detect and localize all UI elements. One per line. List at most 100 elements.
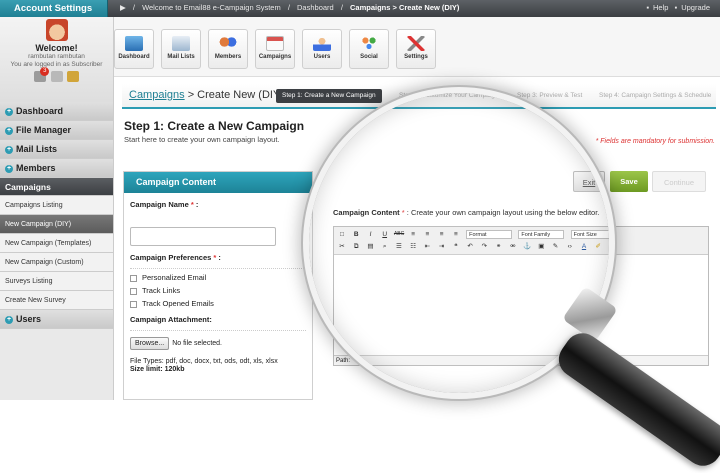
sidebar-item-create-survey[interactable]: Create New Survey <box>0 291 113 310</box>
font-family-select[interactable]: Font Family <box>518 230 565 239</box>
sidebar-item-members[interactable]: + Members <box>0 159 113 178</box>
campaign-name-label: Campaign Name * : <box>130 200 199 209</box>
justify-icon[interactable]: ≡ <box>451 230 461 239</box>
sidebar-item-new-campaign-templates[interactable]: New Campaign (Templates) <box>0 234 113 253</box>
track-links-option[interactable]: Track Links <box>130 286 306 295</box>
bold-button[interactable]: B <box>351 230 361 239</box>
sidebar-item-file-manager[interactable]: + File Manager <box>0 121 113 140</box>
sidebar-item-new-campaign-custom[interactable]: New Campaign (Custom) <box>0 253 113 272</box>
checkbox[interactable] <box>130 274 137 282</box>
expand-icon: + <box>5 315 13 324</box>
size-limit-text: Size limit: 120kb <box>130 366 185 373</box>
expand-icon: + <box>5 164 13 173</box>
toolbar-social[interactable]: Social <box>349 29 389 69</box>
font-size-select[interactable]: Font Size <box>570 230 613 239</box>
continue-button[interactable]: Continue <box>652 171 706 192</box>
profile-settings-button[interactable] <box>50 71 63 82</box>
undo-icon[interactable]: ↶ <box>465 242 475 251</box>
link-icon[interactable]: ⚭ <box>494 242 504 251</box>
tools-icon <box>407 36 425 51</box>
expand-icon: + <box>5 107 13 116</box>
panel-title: Campaign Content <box>124 172 312 193</box>
image-icon[interactable]: ▣ <box>536 242 546 251</box>
step-2-tab[interactable]: Step 2: Customize Your Campaign <box>399 89 498 103</box>
rich-text-editor[interactable]: □ B I U ABC ≡ ≡ ≡ ≡ Format Font Family F… <box>333 226 709 366</box>
user-name: rambutan rambutan <box>28 53 85 60</box>
sidebar-item-campaigns[interactable]: Campaigns <box>0 178 113 196</box>
html-icon[interactable]: ‹› <box>565 242 575 251</box>
step-4-tab[interactable]: Step 4: Campaign Settings & Schedule <box>599 89 711 103</box>
left-sidebar: Welcome! rambutan rambutan You are logge… <box>0 17 114 400</box>
expand-icon: + <box>5 145 13 154</box>
campaign-content-panel: Campaign Content Campaign Name * : Campa… <box>123 171 313 400</box>
unlink-icon[interactable]: ⚮ <box>508 242 518 251</box>
toolbar-settings[interactable]: Settings <box>396 29 436 69</box>
user-icon <box>313 36 331 51</box>
align-left-icon[interactable]: ≡ <box>408 230 418 239</box>
font-color-button[interactable]: A <box>579 242 589 251</box>
toolbar-mail-lists[interactable]: Mail Lists <box>161 29 201 69</box>
copy-icon[interactable]: ⧉ <box>351 242 361 251</box>
envelope-icon <box>172 36 190 51</box>
spellcheck-icon[interactable]: ✓ <box>607 242 617 251</box>
browse-button[interactable]: Browse... <box>130 337 170 350</box>
sidebar-item-new-campaign-diy[interactable]: New Campaign (DIY) <box>0 215 113 234</box>
find-icon[interactable]: ⌕ <box>380 242 390 251</box>
sidebar-item-mail-lists[interactable]: + Mail Lists <box>0 140 113 159</box>
step-3-tab[interactable]: Step 3: Preview & Test <box>517 89 582 103</box>
account-settings-button[interactable]: Account Settings <box>0 0 108 17</box>
sidebar-nav: + Dashboard + File Manager + Mail Lists + Me… <box>0 102 113 329</box>
file-types-text: File Types: pdf, doc, docx, txt, ods, od… <box>130 358 278 365</box>
align-right-icon[interactable]: ≡ <box>437 230 447 239</box>
messages-button[interactable]: 3 <box>34 67 50 82</box>
numbered-list-icon[interactable]: ☷ <box>408 242 418 251</box>
toolbar-users[interactable]: Users <box>302 29 342 69</box>
sidebar-item-dashboard[interactable]: + Dashboard <box>0 102 113 121</box>
welcome-text: Welcome! <box>35 43 78 53</box>
align-center-icon[interactable]: ≡ <box>422 230 432 239</box>
checkbox[interactable] <box>130 300 137 308</box>
redo-icon[interactable]: ↷ <box>479 242 489 251</box>
checkbox[interactable] <box>130 287 137 295</box>
blockquote-icon[interactable]: ❝ <box>451 242 461 251</box>
campaign-name-input[interactable] <box>130 227 276 246</box>
cut-icon[interactable]: ✂ <box>337 242 347 251</box>
italic-button[interactable]: I <box>365 230 375 239</box>
bullet-list-icon[interactable]: ☰ <box>394 242 404 251</box>
paste-icon[interactable]: ▤ <box>365 242 375 251</box>
campaigns-link[interactable]: Campaigns <box>129 89 185 101</box>
indent-icon[interactable]: ⇥ <box>437 242 447 251</box>
folder-button[interactable] <box>66 71 79 82</box>
save-button[interactable]: Save <box>610 171 648 192</box>
toolbar-dashboard[interactable]: Dashboard <box>114 29 154 69</box>
help-link[interactable]: Help <box>653 3 668 12</box>
sidebar-item-surveys-listing[interactable]: Surveys Listing <box>0 272 113 291</box>
highlight-icon[interactable]: ✐ <box>593 242 603 251</box>
upgrade-icon: ▪ <box>674 3 678 12</box>
breadcrumb: ▶ / Welcome to Email88 e-Campaign System… <box>120 3 460 12</box>
cleanup-icon[interactable]: ✎ <box>551 242 561 251</box>
upgrade-link[interactable]: Upgrade <box>681 3 710 12</box>
breadcrumb-dashboard[interactable]: Dashboard <box>297 3 334 12</box>
strikethrough-button[interactable]: ABC <box>394 230 404 239</box>
toolbar-members[interactable]: Members <box>208 29 248 69</box>
track-opened-emails-option[interactable]: Track Opened Emails <box>130 299 306 308</box>
exit-button[interactable]: Exit <box>573 171 605 192</box>
step-1-tab[interactable]: Step 1: Create a New Campaign <box>276 89 382 103</box>
personalized-email-option[interactable]: Personalized Email <box>130 273 306 282</box>
video-icon[interactable]: ▶ <box>120 3 126 12</box>
editor-toolbar: □ B I U ABC ≡ ≡ ≡ ≡ Format Font Family F… <box>334 227 708 255</box>
outdent-icon[interactable]: ⇤ <box>422 242 432 251</box>
underline-button[interactable]: U <box>380 230 390 239</box>
format-select[interactable]: Format <box>466 230 513 239</box>
new-document-icon[interactable]: □ <box>337 230 347 239</box>
editor-path-bar: Path: <box>334 355 708 365</box>
sidebar-item-users[interactable]: + Users <box>0 310 113 329</box>
sidebar-item-campaigns-listing[interactable]: Campaigns Listing <box>0 196 113 215</box>
people-icon <box>219 36 237 51</box>
page-heading: Step 1: Create a New Campaign <box>124 119 305 133</box>
breadcrumb-welcome[interactable]: Welcome to Email88 e-Campaign System <box>142 3 281 12</box>
main-content: Campaigns > Create New (DIY) Step 1: Cre… <box>114 78 720 400</box>
anchor-icon[interactable]: ⚓ <box>522 242 532 251</box>
toolbar-campaigns[interactable]: Campaigns <box>255 29 295 69</box>
